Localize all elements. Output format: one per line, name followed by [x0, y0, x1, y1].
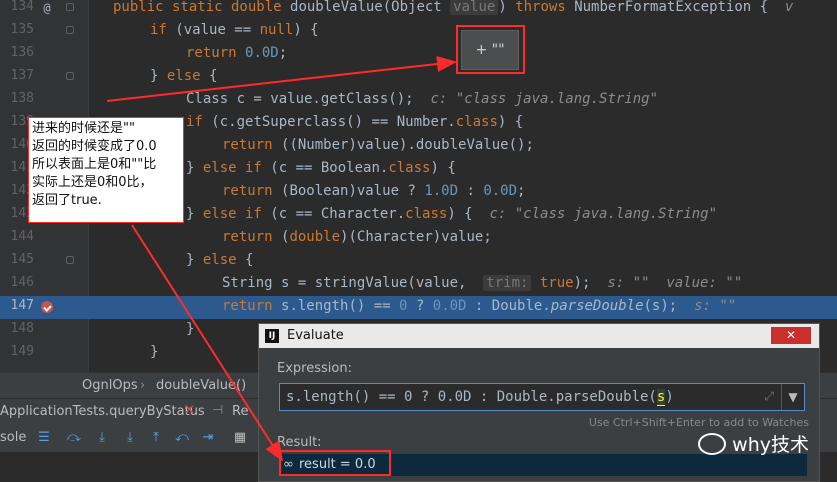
code-text[interactable]: } else { [186, 252, 253, 268]
line-number[interactable]: 135 [4, 22, 34, 37]
code-text[interactable]: return 0.0D; [186, 45, 287, 61]
close-icon[interactable]: ✕ [184, 403, 195, 418]
line-number[interactable]: 136 [4, 45, 34, 60]
breakpoint-icon[interactable] [41, 301, 53, 313]
wechat-logo-icon [698, 432, 727, 455]
expand-icon[interactable]: ⤢ [764, 389, 774, 404]
dialog-title: Evaluate [287, 328, 344, 343]
step-into-icon[interactable]: ⤓ [94, 430, 110, 446]
code-line[interactable]: 144 return (double)(Character)value; [0, 227, 837, 250]
line-number[interactable]: 147 [4, 298, 34, 313]
result-label: Result: [277, 435, 322, 450]
force-step-into-icon[interactable]: ⤓ [122, 430, 138, 446]
code-text[interactable]: return ((Number)value).doubleValue(); [222, 137, 534, 153]
breadcrumb-class[interactable]: OgnlOps [82, 378, 138, 393]
tooltip-highlight-box [456, 25, 525, 74]
close-button[interactable]: ✕ [771, 327, 811, 344]
expression-input[interactable]: s.length() == 0 ? 0.0D : Double.parseDou… [279, 383, 805, 411]
code-line[interactable]: 146 String s = stringValue(value, trim: t… [0, 273, 837, 296]
code-line[interactable]: 135 if (value == null) { [0, 20, 837, 43]
code-text[interactable]: public static double doubleValue(Object … [113, 0, 793, 15]
code-text[interactable]: } [186, 321, 194, 337]
code-text[interactable]: } [150, 344, 158, 360]
annotation-note: 进来的时候还是"" 返回的时候变成了0.0 所以表面上是0和""比 实际上还是0… [28, 117, 184, 223]
code-text[interactable]: } else if (c == Boolean.class) { [186, 160, 456, 176]
line-number[interactable]: 148 [4, 321, 34, 336]
intellij-logo-icon: IJ [265, 329, 279, 343]
watermark-text: why技术 [732, 434, 809, 456]
line-number[interactable]: 149 [4, 344, 34, 359]
line-number[interactable]: 138 [4, 91, 34, 106]
code-line[interactable]: 136 return 0.0D; [0, 43, 837, 66]
fold-marker-icon[interactable] [66, 256, 74, 264]
note-line: 进来的时候还是"" [32, 121, 135, 136]
watches-hint: Use Ctrl+Shift+Enter to add to Watches [588, 416, 809, 429]
code-text[interactable]: if (c.getSuperclass() == Number.class) { [186, 114, 523, 130]
console-tab[interactable]: sole [0, 430, 26, 445]
code-line[interactable]: 137 } else { [0, 66, 837, 89]
code-line[interactable]: 145 } else { [0, 250, 837, 273]
pin-icon[interactable]: ⊣ [212, 403, 223, 418]
run-to-cursor-icon[interactable]: ⇥ [200, 430, 216, 446]
line-number[interactable]: 145 [4, 252, 34, 267]
watermark: why技术 [698, 430, 809, 457]
note-line: 所以表面上是0和""比 [32, 157, 157, 172]
code-line[interactable]: 134 @ public static double doubleValue(Obj… [0, 0, 837, 20]
override-marker-icon[interactable]: @ [40, 1, 54, 15]
chevron-right-icon: › [140, 378, 146, 393]
code-line[interactable]: 147 return s.length() == 0 ? 0.0D : Doubl… [0, 296, 837, 319]
expression-label: Expression: [277, 361, 352, 376]
breadcrumb-method[interactable]: doubleValue() [156, 378, 246, 393]
drop-frame-icon[interactable]: ⤺ [174, 430, 190, 446]
run-tab[interactable]: ApplicationTests.queryByStatus [0, 404, 205, 419]
history-dropdown-button[interactable]: ▼ [781, 384, 804, 410]
code-text[interactable]: } else { [150, 68, 217, 84]
frames-icon[interactable]: ☰ [36, 430, 52, 446]
evaluate-icon[interactable]: ▦ [232, 430, 248, 446]
note-line: 实际上还是0和0比， [32, 175, 153, 190]
fold-marker-icon[interactable] [66, 72, 74, 80]
expression-after: ) [665, 389, 674, 405]
code-text[interactable]: return (double)(Character)value; [222, 229, 492, 245]
fold-marker-icon[interactable] [66, 3, 74, 11]
dialog-titlebar[interactable]: IJ Evaluate ✕ [259, 324, 819, 348]
line-number[interactable]: 146 [4, 275, 34, 290]
code-text[interactable]: if (value == null) { [150, 22, 319, 38]
line-number[interactable]: 137 [4, 68, 34, 83]
step-over-icon[interactable]: ⤼ [66, 430, 82, 446]
result-highlight-box [279, 450, 391, 476]
code-text[interactable]: return s.length() == 0 ? 0.0D : Double.p… [222, 298, 736, 314]
code-text[interactable]: Class c = value.getClass(); c: "class ja… [186, 91, 658, 107]
note-line: 返回的时候变成了0.0 [32, 139, 157, 154]
expression-before: s.length() == 0 ? 0.0D : Double.parseDou… [286, 389, 657, 405]
run-tab-2[interactable]: Re [232, 404, 248, 419]
expression-text[interactable]: s.length() == 0 ? 0.0D : Double.parseDou… [286, 389, 674, 406]
line-number[interactable]: 134 [4, 0, 34, 14]
step-out-icon[interactable]: ⤒ [148, 430, 164, 446]
line-number[interactable]: 144 [4, 229, 34, 244]
code-text[interactable]: return (Boolean)value ? 1.0D : 0.0D; [222, 183, 525, 199]
code-text[interactable]: } else if (c == Character.class) { c: "c… [186, 206, 717, 222]
code-text[interactable]: String s = stringValue(value, trim: true… [222, 275, 742, 291]
fold-marker-icon[interactable] [66, 26, 74, 34]
note-line: 返回了true. [32, 193, 102, 208]
code-line[interactable]: 138 Class c = value.getClass(); c: "class… [0, 89, 837, 112]
